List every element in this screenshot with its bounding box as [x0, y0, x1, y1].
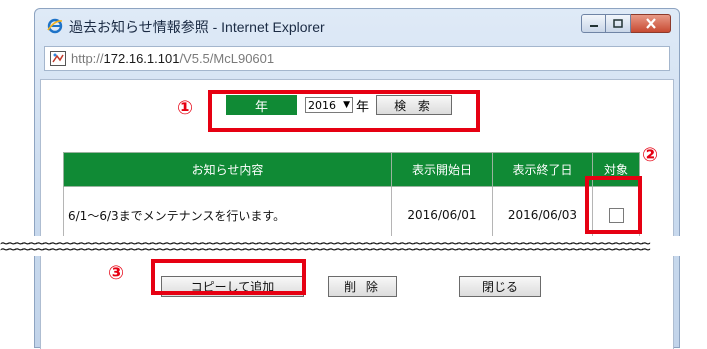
page-icon — [50, 51, 66, 66]
annotation-number-1: ① — [177, 97, 194, 119]
url-path: /V5.5/McL90601 — [179, 51, 275, 66]
table-row: 6/1〜6/3までメンテナンスを行います。 2016/06/01 2016/06… — [63, 186, 640, 244]
window-title: 過去お知らせ情報参照 - Internet Explorer — [69, 19, 325, 35]
minimize-icon — [589, 24, 598, 27]
annotation-box-checkbox — [585, 176, 642, 234]
address-bar[interactable]: http://172.16.1.101/V5.5/McL90601 — [44, 46, 670, 71]
window-controls — [581, 14, 671, 34]
notice-content: 6/1〜6/3までメンテナンスを行います。 — [63, 186, 392, 244]
maximize-button[interactable] — [606, 14, 631, 33]
annotation-number-3: ③ — [108, 262, 125, 284]
minimize-button[interactable] — [581, 14, 606, 33]
header-end-date: 表示終了日 — [492, 152, 593, 187]
delete-button[interactable]: 削 除 — [328, 276, 397, 297]
break-band: ~~~~~~~~~~~~~~~~~~~~~~~~~~~~~~~~~~~~~~~~… — [0, 236, 707, 256]
maximize-icon — [613, 18, 623, 28]
annotation-box-search — [208, 90, 480, 132]
url-prefix: http:// — [71, 51, 104, 66]
annotation-number-2: ② — [642, 144, 659, 166]
url-host: 172.16.1.101 — [103, 51, 180, 66]
browser-window: 過去お知らせ情報参照 - Internet Explorer http://17… — [34, 8, 680, 349]
notice-start-date: 2016/06/01 — [391, 186, 493, 244]
annotation-box-copy — [151, 259, 306, 295]
table-header-row: お知らせ内容 表示開始日 表示終了日 対象 — [63, 152, 640, 187]
header-start-date: 表示開始日 — [391, 152, 493, 187]
url-text: http://172.16.1.101/V5.5/McL90601 — [71, 51, 274, 66]
close-icon — [645, 18, 656, 29]
notice-end-date: 2016/06/03 — [492, 186, 593, 244]
ie-logo-icon — [47, 18, 63, 34]
title-bar: 過去お知らせ情報参照 - Internet Explorer — [35, 9, 679, 43]
notice-table: お知らせ内容 表示開始日 表示終了日 対象 6/1〜6/3までメンテナンスを行い… — [63, 152, 640, 244]
close-window-button[interactable] — [631, 14, 671, 33]
header-content: お知らせ内容 — [63, 152, 392, 187]
close-button[interactable]: 閉じる — [459, 276, 541, 297]
break-wave-line: ~~~~~~~~~~~~~~~~~~~~~~~~~~~~~~~~~~~~~~~~… — [0, 242, 651, 256]
